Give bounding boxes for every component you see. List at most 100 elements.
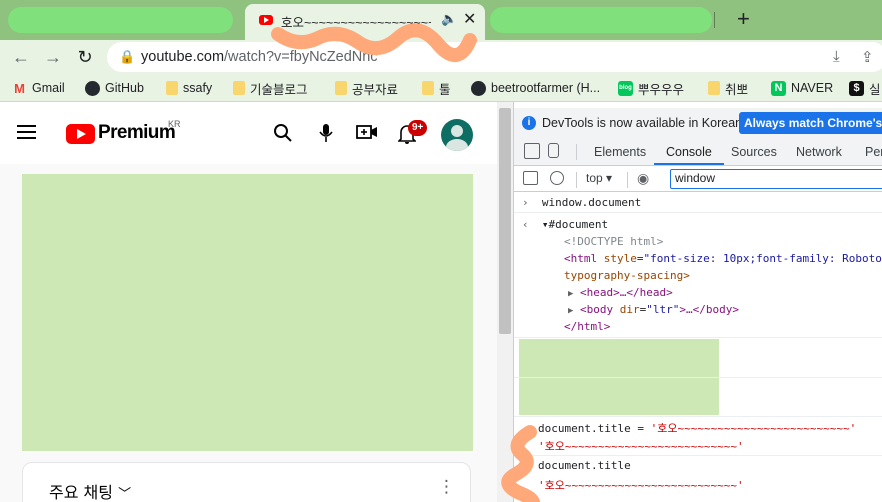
bookmark-label: beetrootfarmer (H... <box>491 81 601 95</box>
bookmark-tool[interactable]: 툴 <box>422 79 451 97</box>
prompt-chevron-icon: › <box>522 196 529 209</box>
naver-icon: N <box>771 80 786 96</box>
folder-icon <box>708 81 720 95</box>
share-icon[interactable]: ⇪ <box>861 48 874 66</box>
bookmark-github[interactable]: GitHub <box>85 79 144 97</box>
device-toolbar-icon[interactable] <box>548 143 559 158</box>
bookmark-ssafy[interactable]: ssafy <box>166 79 212 97</box>
body-open-tag: <body <box>580 303 614 316</box>
folder-icon <box>335 81 347 95</box>
head-tag: <head>…</head> <box>580 286 673 299</box>
sidebar-toggle-icon[interactable] <box>523 171 538 185</box>
back-icon[interactable]: ← <box>9 45 33 69</box>
microphone-icon[interactable] <box>319 123 333 149</box>
tab-network[interactable]: Network <box>796 145 842 159</box>
chat-mode-label: 주요 채팅 <box>49 483 113 502</box>
url-text[interactable]: youtube.com/watch?v=fbyNcZedNnc <box>141 49 378 65</box>
bookmark-job[interactable]: 취뽀 <box>708 79 748 97</box>
lock-icon[interactable]: 🔒 <box>119 49 135 65</box>
tab-console[interactable]: Console <box>666 145 712 159</box>
match-language-button[interactable]: Always match Chrome's language <box>739 112 882 134</box>
html-attr-continuation: typography-spacing> <box>564 269 690 282</box>
page-scrollbar-thumb[interactable] <box>499 108 511 334</box>
assign-result: '호오~~~~~~~~~~~~~~~~~~~~~~~~~~' <box>538 440 744 453</box>
context-label: top <box>586 171 603 185</box>
bookmark-label: 툴 <box>439 82 451 97</box>
inspect-element-icon[interactable] <box>524 143 540 159</box>
youtube-logo-icon[interactable] <box>66 124 95 144</box>
assign-command: document.title = <box>538 422 651 435</box>
search-icon[interactable] <box>273 123 293 149</box>
download-icon[interactable]: ⤓ <box>833 48 840 65</box>
chevron-down-icon: ﹀ <box>118 487 132 502</box>
tab-sources[interactable]: Sources <box>731 145 777 159</box>
bookmark-naver[interactable]: N NAVER <box>771 79 833 97</box>
devtools-infobar: i DevTools is now available in Korean! A… <box>514 108 882 138</box>
bookmark-tech-blog[interactable]: 기술블로그 <box>233 79 308 97</box>
assign-value: '호오~~~~~~~~~~~~~~~~~~~~~~~~~~' <box>650 422 857 435</box>
title-result: '호오~~~~~~~~~~~~~~~~~~~~~~~~~~' <box>538 479 744 492</box>
body-attr-value: "ltr" <box>646 303 680 316</box>
bookmark-label: 기술블로그 <box>250 82 308 97</box>
html-node[interactable]: <html style="font-size: 10px;font-family… <box>564 252 882 265</box>
bookmark-beetrootfarmer[interactable]: beetrootfarmer (H... <box>471 79 600 97</box>
bookmark-blog[interactable]: blog 뿌우우우 <box>618 79 684 97</box>
folder-icon <box>422 81 434 95</box>
tab-performance[interactable]: Performance <box>865 145 882 159</box>
video-placeholder[interactable] <box>22 174 473 451</box>
notification-badge: 9+ <box>408 120 428 136</box>
bookmark-gmail[interactable]: M Gmail <box>12 79 65 97</box>
bookmarks-bar: M Gmail GitHub ssafy 기술블로그 공부자료 툴 beetroo… <box>0 74 882 102</box>
console-toolbar: top ▾ ◉ window <box>514 166 882 192</box>
console-command: window.document <box>541 196 642 209</box>
clear-console-icon[interactable] <box>550 171 564 185</box>
body-attr-name: dir <box>619 303 640 316</box>
body-node[interactable]: ▶ <body dir="ltr">…</body> <box>568 303 739 316</box>
bookmark-label: Gmail <box>32 81 65 95</box>
console-input-line[interactable]: › window.document <box>522 196 641 209</box>
youtube-brand[interactable]: Premium <box>98 122 176 144</box>
avatar[interactable] <box>441 119 473 151</box>
html-attr-value: "font-size: 10px;font-family: Roboto, Ar… <box>643 252 882 265</box>
tab-inactive-left[interactable] <box>8 7 233 33</box>
bookmark-study[interactable]: 공부자료 <box>335 79 398 97</box>
close-icon[interactable]: ✕ <box>463 9 476 29</box>
toolbar-divider <box>576 144 577 160</box>
eye-icon[interactable]: ◉ <box>637 170 649 187</box>
reload-icon[interactable]: ↻ <box>73 45 97 69</box>
new-tab-button[interactable]: + <box>737 6 750 32</box>
console-filter-input[interactable]: window <box>670 169 882 189</box>
speaker-icon[interactable]: 🔈 <box>441 11 457 27</box>
tab-elements[interactable]: Elements <box>594 145 646 159</box>
forward-icon[interactable]: → <box>41 45 65 69</box>
tab-inactive-right[interactable] <box>490 7 712 33</box>
expand-triangle-icon[interactable]: ▶ <box>568 306 573 316</box>
screen: 호오~~~~~~~~~~~~~~~~~~~~~~~~ 🔈 ✕ + ← → ↻ 🔒… <box>0 0 882 502</box>
expand-triangle-icon[interactable]: ▾ <box>542 218 549 231</box>
address-bar[interactable]: 🔒 youtube.com/watch?v=fbyNcZedNnc ⤓ ⇪ <box>107 42 882 72</box>
console-divider <box>514 416 882 417</box>
bookmark-label: 뿌우우우 <box>638 82 685 97</box>
console-output-root[interactable]: ‹ ▾#document <box>522 218 608 231</box>
more-vert-icon[interactable]: ⋮ <box>438 477 455 497</box>
live-chat-card: 주요 채팅 ﹀ ⋮ <box>22 462 471 502</box>
html-attr-name: style <box>603 252 637 265</box>
bookmark-dollar[interactable]: $ 실 <box>849 79 881 97</box>
browser-toolbar: ← → ↻ 🔒 youtube.com/watch?v=fbyNcZedNnc … <box>0 40 882 74</box>
expand-triangle-icon[interactable]: ▶ <box>568 289 573 299</box>
create-video-icon[interactable] <box>356 123 378 147</box>
url-domain: youtube.com <box>141 49 225 65</box>
dollar-icon: $ <box>849 80 864 96</box>
chat-mode-dropdown[interactable]: 주요 채팅 ﹀ <box>49 479 131 502</box>
url-path: /watch?v=fbyNcZedNnc <box>224 49 378 65</box>
html-open-tag: <html <box>564 252 598 265</box>
menu-icon[interactable] <box>17 125 36 139</box>
head-node[interactable]: ▶ <head>…</head> <box>568 286 673 299</box>
console-assign-line[interactable]: document.title = '호오~~~~~~~~~~~~~~~~~~~~… <box>538 420 856 436</box>
tab-youtube[interactable]: 호오~~~~~~~~~~~~~~~~~~~~~~~~ 🔈 ✕ <box>245 4 485 40</box>
bookmark-label: 공부자료 <box>352 82 399 97</box>
console-input-title[interactable]: document.title <box>538 459 631 472</box>
info-icon: i <box>522 116 536 130</box>
console-divider <box>514 455 882 456</box>
context-selector[interactable]: top ▾ <box>586 171 612 185</box>
